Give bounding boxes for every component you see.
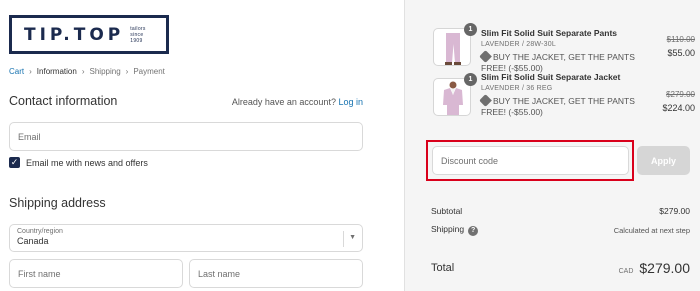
item-details: Slim Fit Solid Suit Separate Pants LAVEN… xyxy=(479,28,641,74)
checkout-main-panel: TIP.TOP tailors since 1909 Cart › Inform… xyxy=(0,0,404,291)
shipping-value: Calculated at next step xyxy=(613,225,690,235)
price-final: $224.00 xyxy=(662,103,695,113)
breadcrumb-shipping: Shipping xyxy=(89,67,121,76)
logo-text: TIP.TOP xyxy=(24,24,125,45)
breadcrumb: Cart › Information › Shipping › Payment xyxy=(9,67,165,76)
quantity-badge: 1 xyxy=(464,73,477,86)
email-input[interactable] xyxy=(9,122,363,151)
shipping-section-title: Shipping address xyxy=(9,196,106,210)
price-final: $55.00 xyxy=(667,48,695,58)
shipping-label-wrap: Shipping? xyxy=(431,224,479,236)
subtotal-row: Subtotal $279.00 xyxy=(431,206,690,216)
item-discount-text: BUY THE JACKET, GET THE PANTS FREE! (-$5… xyxy=(481,52,635,73)
item-variant: LAVENDER / 28W-30L xyxy=(481,41,556,48)
item-discount-text: BUY THE JACKET, GET THE PANTS FREE! (-$5… xyxy=(481,96,635,117)
select-divider xyxy=(343,231,344,247)
item-discount: BUY THE JACKET, GET THE PANTS FREE! (-$5… xyxy=(479,94,641,118)
newsletter-label: Email me with news and offers xyxy=(26,157,148,168)
total-value: $279.00 xyxy=(639,260,690,276)
item-details: Slim Fit Solid Suit Separate Jacket LAVE… xyxy=(479,72,641,118)
price-original: $279.00 xyxy=(666,90,695,99)
country-select-value: Canada xyxy=(17,236,49,246)
question-icon[interactable]: ? xyxy=(468,226,479,236)
total-label: Total xyxy=(431,262,455,274)
item-variant: LAVENDER / 36 REG xyxy=(481,85,553,92)
first-name-input[interactable] xyxy=(9,259,183,288)
tag-icon xyxy=(479,50,492,63)
login-prompt: Already have an account? Log in xyxy=(232,97,363,107)
chevron-down-icon: ▼ xyxy=(349,234,356,241)
discount-code-input[interactable] xyxy=(432,146,629,175)
breadcrumb-payment: Payment xyxy=(133,67,165,76)
login-prompt-text: Already have an account? xyxy=(231,97,336,107)
subtotal-label: Subtotal xyxy=(431,206,463,216)
country-select-label: Country/region xyxy=(17,228,63,235)
brand-logo[interactable]: TIP.TOP tailors since 1909 xyxy=(9,15,169,54)
item-name: Slim Fit Solid Suit Separate Pants xyxy=(481,28,618,38)
chevron-right-icon: › xyxy=(29,67,32,76)
breadcrumb-information: Information xyxy=(36,67,77,76)
apply-discount-button[interactable]: Apply xyxy=(637,146,690,175)
item-name: Slim Fit Solid Suit Separate Jacket xyxy=(481,72,621,82)
contact-section-title: Contact information xyxy=(9,94,118,108)
currency-code: CAD xyxy=(618,268,634,275)
logo-tagline: tailors since 1909 xyxy=(130,25,146,44)
quantity-badge: 1 xyxy=(464,23,477,36)
newsletter-option[interactable]: ✓ Email me with news and offers xyxy=(9,157,148,168)
shipping-row: Shipping? Calculated at next step xyxy=(431,224,690,236)
shipping-label: Shipping xyxy=(431,224,465,234)
country-select[interactable]: Country/region Canada ▼ xyxy=(9,224,363,252)
total-row: Total CAD $279.00 xyxy=(431,260,690,276)
check-icon[interactable]: ✓ xyxy=(9,157,20,168)
login-link[interactable]: Log in xyxy=(338,97,363,107)
price-original: $110.00 xyxy=(666,35,695,44)
chevron-right-icon: › xyxy=(125,67,129,76)
tag-icon xyxy=(479,94,492,107)
item-discount: BUY THE JACKET, GET THE PANTS FREE! (-$5… xyxy=(479,50,641,74)
breadcrumb-cart[interactable]: Cart xyxy=(9,67,24,76)
total-amount: CAD $279.00 xyxy=(619,260,690,276)
last-name-input[interactable] xyxy=(189,259,363,288)
item-prices: $110.00 $55.00 xyxy=(667,35,695,58)
chevron-right-icon: › xyxy=(81,67,85,76)
item-prices: $279.00 $224.00 xyxy=(662,90,695,113)
subtotal-value: $279.00 xyxy=(659,206,690,216)
